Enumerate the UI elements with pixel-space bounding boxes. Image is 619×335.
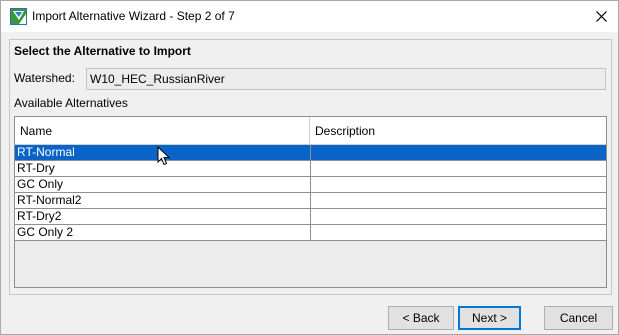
table-header: Name Description <box>15 117 606 145</box>
table-row[interactable]: RT-Normal <box>15 145 606 161</box>
column-header-description[interactable]: Description <box>310 117 606 145</box>
row-description-cell <box>311 193 606 208</box>
close-icon <box>595 11 607 22</box>
next-button[interactable]: Next > <box>458 306 521 330</box>
row-description-cell <box>311 177 606 192</box>
table-row[interactable]: RT-Normal2 <box>15 193 606 209</box>
window-title: Import Alternative Wizard - Step 2 of 7 <box>32 9 235 23</box>
back-button[interactable]: < Back <box>388 306 454 330</box>
column-header-name[interactable]: Name <box>15 117 310 145</box>
section-title: Select the Alternative to Import <box>14 44 191 58</box>
row-description-cell <box>311 145 606 160</box>
table-row[interactable]: RT-Dry <box>15 161 606 177</box>
row-name-cell: GC Only 2 <box>15 225 311 240</box>
row-name-cell: GC Only <box>15 177 311 192</box>
row-description-cell <box>311 161 606 176</box>
title-bar: Import Alternative Wizard - Step 2 of 7 <box>1 1 618 32</box>
alternatives-table[interactable]: Name Description RT-Normal RT-Dry GC Onl… <box>14 116 607 288</box>
row-name-cell: RT-Normal <box>15 145 311 160</box>
table-row[interactable]: GC Only <box>15 177 606 193</box>
watershed-field: W10_HEC_RussianRiver <box>86 68 606 90</box>
row-description-cell <box>311 209 606 224</box>
app-icon <box>10 8 27 25</box>
row-name-cell: RT-Dry <box>15 161 311 176</box>
import-wizard-window: Import Alternative Wizard - Step 2 of 7 … <box>0 0 619 335</box>
row-name-cell: RT-Dry2 <box>15 209 311 224</box>
available-alternatives-label: Available Alternatives <box>14 96 128 110</box>
table-row[interactable]: GC Only 2 <box>15 225 606 241</box>
row-description-cell <box>311 225 606 240</box>
cancel-button[interactable]: Cancel <box>544 306 613 330</box>
table-body: RT-Normal RT-Dry GC Only RT-Normal2 RT-D… <box>15 145 606 241</box>
close-button[interactable] <box>584 1 618 32</box>
table-row[interactable]: RT-Dry2 <box>15 209 606 225</box>
watershed-label: Watershed: <box>14 71 75 85</box>
row-name-cell: RT-Normal2 <box>15 193 311 208</box>
